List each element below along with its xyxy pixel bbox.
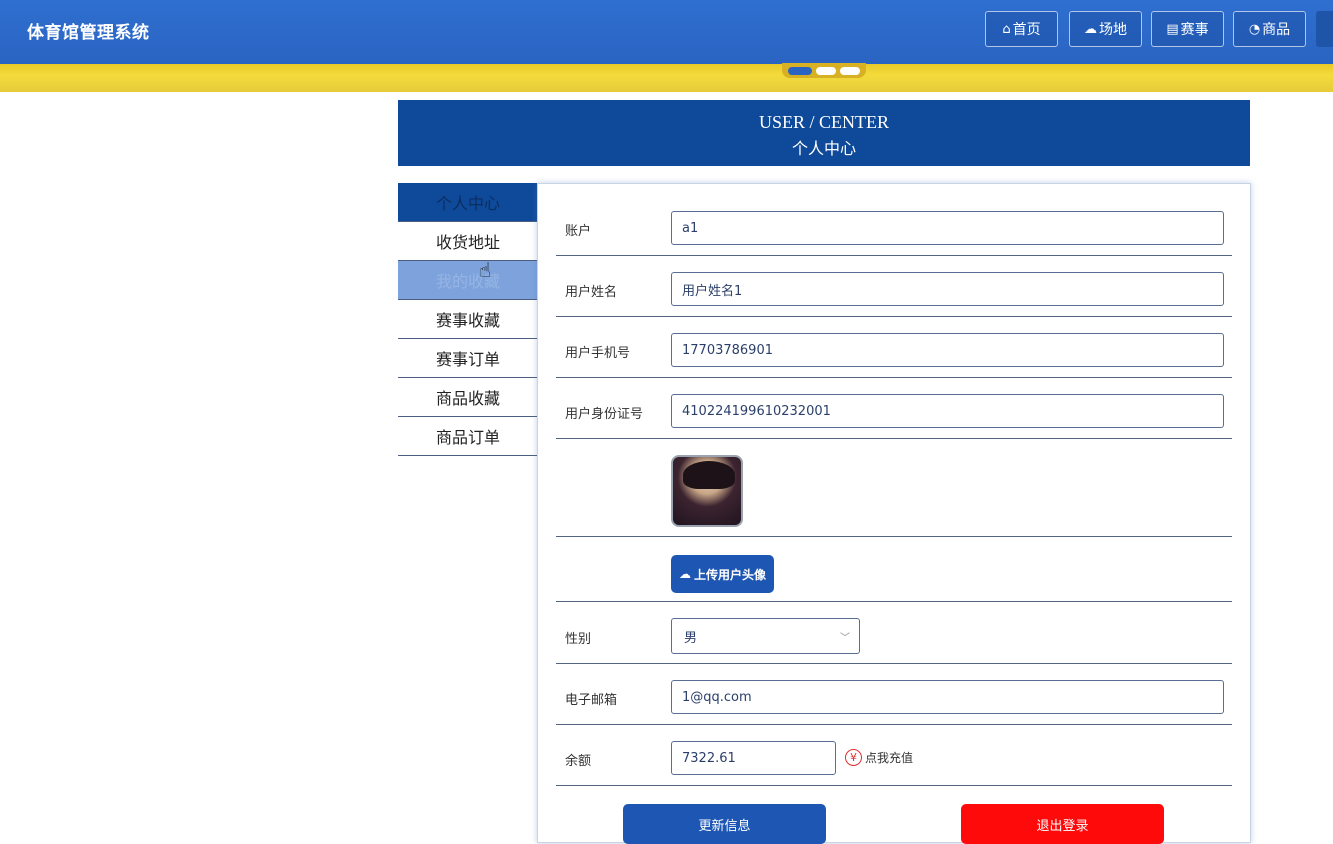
- calendar-icon: ▤: [1166, 21, 1179, 37]
- phone-label: 用户手机号: [565, 346, 631, 361]
- form-row-upload: ☁ 上传用户头像: [556, 537, 1232, 602]
- form-row-gender: 性别 男 ﹀: [556, 602, 1232, 664]
- sidebar-item-goods-orders[interactable]: 商品订单: [398, 417, 538, 456]
- form-row-idcard: 用户身份证号 410224199610232001: [556, 378, 1232, 439]
- carousel-banner: [0, 64, 1333, 92]
- yen-icon: ¥: [845, 749, 862, 766]
- gauge-icon: ◔: [1248, 21, 1261, 37]
- carousel-dot[interactable]: [816, 66, 836, 75]
- phone-input[interactable]: 17703786901: [671, 333, 1224, 367]
- gender-value: 男: [684, 630, 698, 646]
- email-input[interactable]: 1@qq.com: [671, 680, 1224, 714]
- hand-cursor-icon: ☝: [479, 258, 492, 282]
- name-label: 用户姓名: [565, 285, 618, 300]
- carousel-indicators: [782, 63, 866, 78]
- cloud-upload-icon: ☁: [678, 567, 691, 581]
- sidebar-item-event-favorites[interactable]: 赛事收藏: [398, 300, 538, 339]
- email-label: 电子邮箱: [565, 693, 618, 708]
- sidebar-item-profile[interactable]: 个人中心: [398, 183, 538, 222]
- form-row-avatar: [556, 439, 1232, 537]
- nav-goods-label: 商品: [1262, 22, 1291, 38]
- sidebar-item-label: 个人中心: [436, 194, 501, 213]
- nav-goods[interactable]: ◔ 商品: [1233, 11, 1306, 47]
- top-navbar: 体育馆管理系统 ⌂ 首页 ☁ 场地 ▤ 赛事 ◔ 商品: [0, 0, 1333, 64]
- sidebar-item-label: 收货地址: [436, 233, 501, 252]
- upload-avatar-button[interactable]: ☁ 上传用户头像: [671, 555, 774, 593]
- chevron-down-icon: ﹀: [840, 633, 850, 644]
- nav-events-label: 赛事: [1180, 22, 1209, 38]
- gender-label: 性别: [565, 632, 592, 647]
- idcard-label: 用户身份证号: [565, 407, 644, 422]
- sidebar-item-goods-favorites[interactable]: 商品收藏: [398, 378, 538, 417]
- form-row-balance: 余额 7322.61 ¥ 点我充值: [556, 725, 1232, 786]
- idcard-input[interactable]: 410224199610232001: [671, 394, 1224, 428]
- profile-form: 账户 a1 用户姓名 用户姓名1 用户手机号 17703786901 用户身份证…: [537, 183, 1251, 844]
- brand-title: 体育馆管理系统: [27, 23, 150, 43]
- sidebar-item-address[interactable]: 收货地址: [398, 222, 538, 261]
- balance-label: 余额: [565, 754, 592, 769]
- form-row-phone: 用户手机号 17703786901: [556, 317, 1232, 378]
- logout-button[interactable]: 退出登录: [961, 804, 1164, 844]
- account-label: 账户: [565, 224, 592, 239]
- home-icon: ⌂: [1002, 21, 1011, 37]
- sidebar-item-favorites[interactable]: 我的收藏: [398, 261, 538, 300]
- cloud-icon: ☁: [1084, 21, 1097, 37]
- recharge-link[interactable]: ¥ 点我充值: [845, 749, 913, 766]
- sidebar-item-label: 商品订单: [436, 428, 501, 447]
- nav-home-label: 首页: [1012, 22, 1041, 38]
- sidebar-item-label: 赛事订单: [436, 350, 501, 369]
- gender-select[interactable]: 男 ﹀: [671, 618, 860, 654]
- form-row-account: 账户 a1: [556, 184, 1232, 256]
- page-title-en: USER / CENTER: [758, 112, 889, 132]
- balance-input[interactable]: 7322.61: [671, 741, 836, 775]
- avatar: [671, 455, 743, 527]
- form-row-email: 电子邮箱 1@qq.com: [556, 664, 1232, 725]
- nav-events[interactable]: ▤ 赛事: [1151, 11, 1224, 47]
- sidebar-item-label: 商品收藏: [436, 389, 501, 408]
- recharge-label: 点我充值: [865, 751, 914, 765]
- sidebar-item-event-orders[interactable]: 赛事订单: [398, 339, 538, 378]
- page-title-banner: USER / CENTER 个人中心: [398, 100, 1250, 166]
- nav-venue-label: 场地: [1099, 22, 1127, 38]
- carousel-dot[interactable]: [788, 66, 812, 75]
- account-input[interactable]: a1: [671, 211, 1224, 245]
- nav-more-button[interactable]: [1316, 11, 1333, 47]
- sidebar-item-label: 赛事收藏: [436, 311, 501, 330]
- update-info-button[interactable]: 更新信息: [623, 804, 826, 844]
- name-input[interactable]: 用户姓名1: [671, 272, 1224, 306]
- upload-avatar-label: 上传用户头像: [693, 567, 766, 582]
- nav-home[interactable]: ⌂ 首页: [985, 11, 1058, 47]
- page-title-cn: 个人中心: [791, 139, 856, 158]
- nav-venue[interactable]: ☁ 场地: [1069, 11, 1142, 47]
- sidebar-menu: 个人中心 收货地址 我的收藏 赛事收藏 赛事订单 商品收藏 商品订单: [398, 183, 538, 456]
- form-row-name: 用户姓名 用户姓名1: [556, 256, 1232, 317]
- carousel-dot[interactable]: [840, 66, 860, 75]
